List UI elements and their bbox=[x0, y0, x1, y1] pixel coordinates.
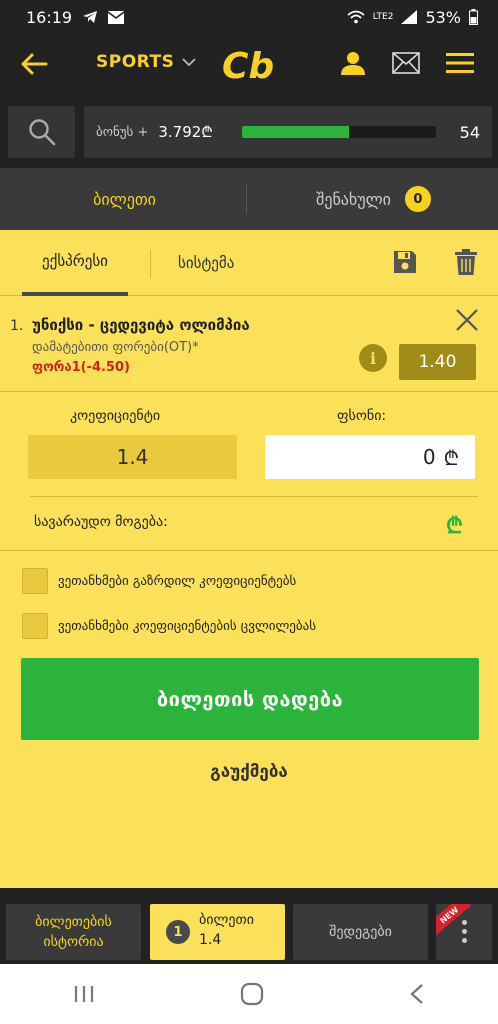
ticket-history-button[interactable]: ბილეთების ისტორია bbox=[6, 904, 141, 960]
tab-saved[interactable]: შენახული 0 bbox=[249, 168, 498, 230]
stake-input[interactable]: 0 ₾ bbox=[265, 435, 475, 479]
divider bbox=[30, 496, 478, 497]
recent-apps-icon[interactable] bbox=[73, 984, 95, 1004]
bonus-progress-fill bbox=[242, 126, 349, 138]
bet-index: 1. bbox=[10, 318, 24, 334]
home-icon[interactable] bbox=[240, 982, 264, 1006]
results-button[interactable]: შედეგები bbox=[293, 904, 428, 960]
save-icon[interactable] bbox=[393, 250, 417, 274]
back-icon[interactable] bbox=[409, 983, 425, 1005]
wifi-icon bbox=[347, 10, 365, 24]
bonus-progress[interactable]: ბონუს + 3.792₾ 54 bbox=[84, 106, 492, 158]
tab-saved-label: შენახული bbox=[316, 189, 391, 209]
tab-ticket-label: ბილეთი bbox=[93, 189, 156, 209]
place-bet-button[interactable]: ბილეთის დადება bbox=[21, 658, 479, 740]
ticket-count-badge: 1 bbox=[166, 920, 190, 944]
back-arrow-icon[interactable] bbox=[18, 48, 50, 80]
saved-count-badge: 0 bbox=[404, 186, 431, 212]
history-label-line1: ბილეთების bbox=[35, 914, 112, 930]
stake-value: 0 bbox=[422, 445, 436, 469]
cancel-button[interactable]: გაუქმება bbox=[0, 762, 498, 792]
signal-icon bbox=[401, 10, 418, 24]
tab-express[interactable]: ექსპრესი bbox=[22, 230, 128, 296]
more-vertical-icon bbox=[460, 920, 468, 947]
bonus-value: 3.792₾ bbox=[158, 123, 213, 141]
results-label: შედეგები bbox=[329, 924, 392, 940]
bottom-bar: ბილეთების ისტორია 1 ბილეთი 1.4 შედეგები … bbox=[0, 888, 498, 964]
selection-pick: ფორა1(-4.50) bbox=[32, 360, 130, 375]
ticket-label: ბილეთი bbox=[199, 912, 254, 928]
coefficient-label: კოეფიციენტი bbox=[70, 408, 161, 424]
bonus-progress-bar bbox=[242, 126, 436, 138]
search-bonus-row: ბონუს + 3.792₾ 54 bbox=[0, 98, 498, 168]
accept-higher-odds-label: ვეთანხმები გაზრდილ კოეფიციენტებს bbox=[58, 573, 297, 589]
market-name: დამატებითი ფორები(OT)* bbox=[32, 340, 199, 355]
potential-winnings-label: სავარაუდო მოგება: bbox=[34, 514, 168, 530]
current-ticket-button[interactable]: 1 ბილეთი 1.4 bbox=[150, 904, 285, 960]
crystalbet-logo[interactable]: Cb bbox=[220, 46, 280, 90]
svg-text:Cb: Cb bbox=[222, 46, 274, 86]
subtab-divider bbox=[150, 250, 151, 278]
tab-express-label: ექსპრესი bbox=[42, 252, 108, 270]
hamburger-menu-icon[interactable] bbox=[446, 52, 474, 74]
bonus-label: ბონუს + bbox=[96, 124, 149, 140]
stake-label: ფსონი: bbox=[337, 408, 387, 424]
telegram-icon bbox=[83, 11, 98, 23]
tab-system-label: სისტემა bbox=[178, 254, 235, 272]
close-icon[interactable] bbox=[455, 308, 479, 332]
ticket-tabs: ბილეთი შენახული 0 bbox=[0, 168, 498, 230]
top-bar: SPORTS Cb bbox=[0, 34, 498, 98]
accept-odds-change-option[interactable]: ვეთანხმები კოეფიციენტების ცვლილებას bbox=[22, 613, 316, 639]
history-label-line2: ისტორია bbox=[43, 934, 104, 950]
chevron-down-icon bbox=[182, 57, 196, 66]
selection-odd: 1.40 bbox=[399, 344, 476, 380]
accept-higher-odds-checkbox[interactable] bbox=[22, 568, 48, 594]
bet-selection: 1. უნიქსი - ცედევიტა ოლიმპია დამატებითი … bbox=[0, 296, 498, 392]
bet-slip-panel: ექსპრესი სისტემა 1. უნიქსი - ცედევიტა ოლ… bbox=[0, 230, 498, 888]
battery-level: 53% bbox=[425, 7, 461, 27]
accept-higher-odds-option[interactable]: ვეთანხმები გაზრდილ კოეფიციენტებს bbox=[22, 568, 296, 594]
divider bbox=[0, 550, 498, 551]
info-icon[interactable]: i bbox=[359, 344, 387, 372]
mail-icon bbox=[108, 10, 125, 24]
winnings-lari-icon: ₾ bbox=[446, 514, 463, 539]
tab-ticket[interactable]: ბილეთი bbox=[0, 168, 249, 230]
envelope-icon[interactable] bbox=[392, 52, 420, 74]
more-button[interactable]: NEW bbox=[436, 904, 492, 960]
system-nav-bar bbox=[0, 964, 498, 1024]
search-icon bbox=[28, 119, 55, 146]
accept-odds-change-label: ვეთანხმები კოეფიციენტების ცვლილებას bbox=[58, 618, 317, 634]
user-icon[interactable] bbox=[340, 50, 366, 76]
sports-dropdown[interactable]: SPORTS bbox=[96, 52, 196, 72]
search-button[interactable] bbox=[8, 106, 75, 158]
tab-system[interactable]: სისტემა bbox=[178, 230, 234, 296]
battery-icon bbox=[469, 9, 478, 25]
ticket-odd: 1.4 bbox=[199, 932, 222, 948]
event-title: უნიქსი - ცედევიტა ოლიმპია bbox=[32, 316, 250, 334]
sports-label: SPORTS bbox=[96, 52, 175, 72]
bonus-count: 54 bbox=[459, 123, 480, 142]
lari-icon: ₾ bbox=[443, 445, 459, 470]
bet-type-tabs: ექსპრესი სისტემა bbox=[0, 230, 498, 296]
total-coefficient: 1.4 bbox=[28, 435, 237, 479]
network-type: LTE2 bbox=[372, 12, 394, 22]
accept-odds-change-checkbox[interactable] bbox=[22, 613, 48, 639]
status-time: 16:19 bbox=[26, 7, 73, 27]
status-bar: 16:19 LTE2 53% bbox=[0, 0, 498, 34]
tab-divider bbox=[246, 184, 247, 214]
trash-icon[interactable] bbox=[455, 249, 477, 275]
